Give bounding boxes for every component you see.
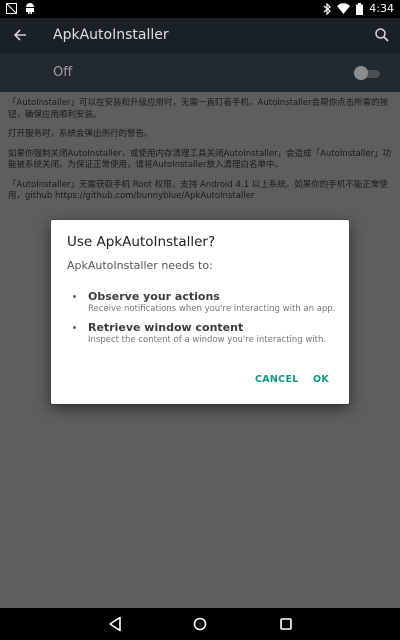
app-toolbar: ApkAutoInstaller: [0, 18, 400, 54]
status-time: 4:34: [369, 2, 394, 15]
switch-label: Off: [53, 65, 73, 80]
description-paragraph: 「AutoInstaller」无需获取手机 Root 权限，支持 Android…: [8, 179, 388, 202]
status-bar: 4:34: [0, 0, 400, 18]
bullet-icon: [73, 326, 76, 329]
search-icon[interactable]: [374, 27, 390, 47]
master-switch-bar[interactable]: Off: [0, 54, 400, 92]
description-paragraph: 如果你强制关闭AutoInstaller，或使用内存清理工具关闭AutoInst…: [8, 148, 392, 171]
battery-icon: [356, 2, 364, 15]
permission-title: Observe your actions: [88, 290, 220, 303]
permission-dialog: Use ApkAutoInstaller? ApkAutoInstaller n…: [51, 220, 349, 404]
dialog-subtitle: ApkAutoInstaller needs to:: [67, 259, 213, 272]
description-paragraph: 「AutoInstaller」可以在安装和升级应用时，无需一直盯着手机，Auto…: [8, 98, 389, 120]
cancel-button[interactable]: CANCEL: [255, 374, 299, 385]
permission-description: Inspect the content of a window you're i…: [88, 335, 327, 345]
ok-button[interactable]: OK: [313, 374, 329, 385]
service-toggle[interactable]: [354, 66, 380, 80]
android-icon: [25, 3, 35, 14]
description-paragraph: 打开服务时，系统会弹出例行的警告。: [8, 129, 153, 139]
wifi-icon: [337, 3, 351, 14]
nav-bar: [0, 608, 400, 640]
dialog-title: Use ApkAutoInstaller?: [67, 234, 216, 250]
back-arrow-icon[interactable]: [12, 27, 28, 47]
toggle-thumb: [354, 66, 368, 80]
page-title: ApkAutoInstaller: [53, 27, 169, 43]
bullet-icon: [73, 295, 76, 298]
screenshot-icon: [6, 3, 17, 14]
bluetooth-icon: [323, 2, 332, 15]
permission-description: Receive notifications when you're intera…: [88, 304, 336, 314]
permission-title: Retrieve window content: [88, 321, 244, 334]
